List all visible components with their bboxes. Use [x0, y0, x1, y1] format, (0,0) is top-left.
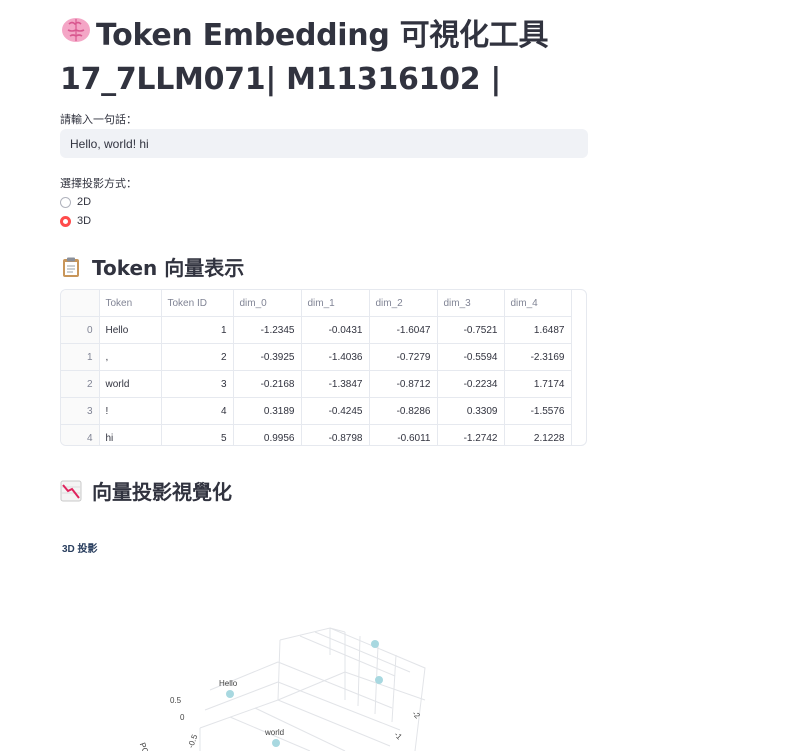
z-axis-label: PCA 3: [138, 741, 154, 751]
z-tick: -0.5: [186, 733, 199, 750]
data-point[interactable]: [226, 690, 234, 698]
point-label: Hello: [219, 679, 238, 688]
data-point[interactable]: [375, 676, 383, 684]
plot-grid: [199, 627, 426, 751]
z-tick: 0.5: [170, 696, 182, 705]
pca-3d-plot[interactable]: PCA 3 0.5 0 -0.5 -2 -1 Hello world: [0, 0, 808, 751]
y-tick: -2: [410, 709, 422, 721]
data-point[interactable]: [272, 739, 280, 747]
y-tick: -1: [392, 730, 404, 742]
point-label: world: [264, 728, 284, 737]
data-point[interactable]: [371, 640, 379, 648]
z-tick: 0: [180, 713, 185, 722]
